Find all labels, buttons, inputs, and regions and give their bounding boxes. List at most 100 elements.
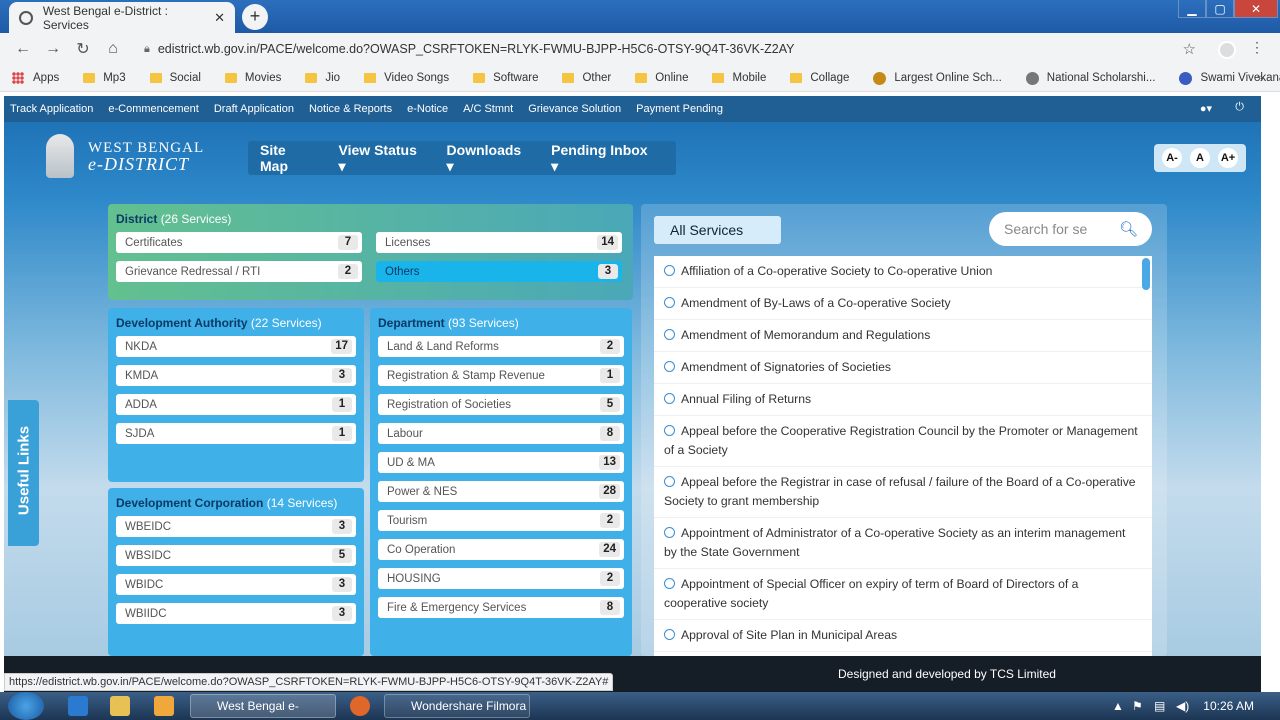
taskbar-filmora-window[interactable]: Wondershare Filmora xyxy=(384,694,530,718)
back-icon[interactable]: ← xyxy=(8,40,38,58)
service-list-item[interactable]: Appeal before the Cooperative Registrati… xyxy=(654,416,1152,467)
top-nav-link[interactable]: Track Application xyxy=(10,103,93,115)
bookmark-item[interactable]: Software xyxy=(473,72,538,84)
service-category-row[interactable]: Power & NES 28 xyxy=(378,481,624,502)
service-list-item[interactable]: Amendment of Signatories of Societies xyxy=(654,352,1152,384)
bookmark-item[interactable]: Social xyxy=(149,72,201,84)
user-menu-icon[interactable]: ●▾ xyxy=(1200,102,1212,115)
top-nav-link[interactable]: e-Notice xyxy=(407,103,448,115)
font-reset-button[interactable]: A xyxy=(1190,148,1210,168)
bookmark-star-icon[interactable]: ☆ xyxy=(1183,40,1196,58)
service-category-certificates[interactable]: Certificates 7 xyxy=(116,232,362,253)
service-list-item[interactable]: Amendment of Memorandum and Regulations xyxy=(654,320,1152,352)
bookmark-item[interactable]: Online xyxy=(635,72,688,84)
service-category-row[interactable]: Registration of Societies 5 xyxy=(378,394,624,415)
all-services-tab[interactable]: All Services xyxy=(654,216,781,244)
service-list-item[interactable]: Approval of Site Plan in Municipal Areas xyxy=(654,620,1152,652)
list-scrollbar[interactable] xyxy=(1142,258,1150,290)
search-icon[interactable]: 🔍︎ xyxy=(1119,213,1138,247)
top-nav-link[interactable]: e-Commencement xyxy=(108,103,198,115)
count-badge: 1 xyxy=(600,368,620,383)
ie-icon[interactable] xyxy=(68,696,88,716)
bookmark-item[interactable]: Movies xyxy=(224,72,281,84)
nav-pending-inbox[interactable]: Pending Inbox ▾ xyxy=(551,142,651,175)
service-category-row[interactable]: Land & Land Reforms 2 xyxy=(378,336,624,357)
minimize-button[interactable]: ▁ xyxy=(1178,0,1206,18)
service-category-row[interactable]: WBEIDC 3 xyxy=(116,516,356,537)
start-button[interactable] xyxy=(8,692,44,720)
nav-view-status[interactable]: View Status ▾ xyxy=(339,142,422,175)
service-search-input[interactable]: Search for se 🔍︎ xyxy=(989,212,1152,246)
service-category-row[interactable]: Labour 8 xyxy=(378,423,624,444)
profile-avatar-icon[interactable] xyxy=(1218,41,1236,59)
service-category-others[interactable]: Others 3 xyxy=(376,261,622,282)
service-category-row[interactable]: Tourism 2 xyxy=(378,510,624,531)
font-increase-button[interactable]: A+ xyxy=(1218,148,1238,168)
service-category-row[interactable]: ADDA 1 xyxy=(116,394,356,415)
top-nav-link[interactable]: Payment Pending xyxy=(636,103,723,115)
bookmark-item[interactable]: Jio xyxy=(305,72,340,84)
forward-icon[interactable]: → xyxy=(38,40,68,58)
bookmarks-overflow-icon[interactable]: » xyxy=(1257,70,1264,85)
top-nav-link[interactable]: Notice & Reports xyxy=(309,103,392,115)
service-list-item[interactable]: Amendment of By-Laws of a Co-operative S… xyxy=(654,288,1152,320)
service-category-licenses[interactable]: Licenses 14 xyxy=(376,232,622,253)
service-category-row[interactable]: KMDA 3 xyxy=(116,365,356,386)
tray-network-icon[interactable]: ▤ xyxy=(1154,699,1165,713)
bookmark-item[interactable]: National Scholarshi... xyxy=(1025,71,1155,85)
service-category-row[interactable]: WBIDC 3 xyxy=(116,574,356,595)
tray-volume-icon[interactable]: ◀) xyxy=(1176,699,1189,713)
tray-expand-icon[interactable]: ▲ xyxy=(1112,699,1124,713)
bookmark-item[interactable]: Mp3 xyxy=(83,72,126,84)
bookmark-label: Mp3 xyxy=(103,72,126,84)
reload-icon[interactable]: ↻ xyxy=(68,39,98,59)
service-list-item[interactable]: Appointment of Special Officer on expiry… xyxy=(654,569,1152,620)
service-category-row[interactable]: Co Operation 24 xyxy=(378,539,624,560)
bookmark-label: Swami Vivekananda... xyxy=(1200,72,1280,84)
bookmark-item[interactable]: Mobile xyxy=(712,72,766,84)
bookmark-item[interactable]: Other xyxy=(562,72,611,84)
service-list-item[interactable]: Affiliation of a Co-operative Society to… xyxy=(654,256,1152,288)
menu-kebab-icon[interactable]: ⋮ xyxy=(1250,39,1264,56)
explorer-icon[interactable] xyxy=(110,696,130,716)
bookmark-item[interactable]: Collage xyxy=(790,72,849,84)
service-category-row[interactable]: HOUSING 2 xyxy=(378,568,624,589)
browser-tab[interactable]: West Bengal e-District : Services ✕ xyxy=(9,2,235,33)
service-category-row[interactable]: WBSIDC 5 xyxy=(116,545,356,566)
service-category-row[interactable]: WBIIDC 3 xyxy=(116,603,356,624)
address-bar[interactable]: 🔒︎ edistrict.wb.gov.in/PACE/welcome.do?O… xyxy=(136,37,1204,61)
new-tab-button[interactable]: + xyxy=(242,4,268,30)
service-category-row[interactable]: NKDA 17 xyxy=(116,336,356,357)
site-logo[interactable]: WEST BENGAL e-DISTRICT xyxy=(46,134,204,178)
tab-close-icon[interactable]: ✕ xyxy=(214,10,225,26)
firefox-icon[interactable] xyxy=(350,696,370,716)
power-icon[interactable]: ⏻ xyxy=(1235,101,1244,114)
service-category-row[interactable]: Registration & Stamp Revenue 1 xyxy=(378,365,624,386)
top-nav-link[interactable]: Grievance Solution xyxy=(528,103,621,115)
development-corporation-panel: Development Corporation (14 Services) WB… xyxy=(108,488,364,656)
maximize-button[interactable]: ▢ xyxy=(1206,0,1234,18)
service-list-item[interactable]: Appeal before the Registrar in case of r… xyxy=(654,467,1152,518)
service-list-item[interactable]: Annual Filing of Returns xyxy=(654,384,1152,416)
bookmark-item[interactable]: Swami Vivekananda... xyxy=(1179,71,1280,85)
service-category-row[interactable]: UD & MA 13 xyxy=(378,452,624,473)
service-category-row[interactable]: Fire & Emergency Services 8 xyxy=(378,597,624,618)
font-decrease-button[interactable]: A- xyxy=(1162,148,1182,168)
useful-links-tab[interactable]: Useful Links xyxy=(8,400,39,546)
close-window-button[interactable]: ✕ xyxy=(1234,0,1278,18)
tray-flag-icon[interactable]: ⚑ xyxy=(1132,699,1143,713)
bookmark-item[interactable]: Video Songs xyxy=(364,72,449,84)
service-category-row[interactable]: SJDA 1 xyxy=(116,423,356,444)
top-nav-link[interactable]: Draft Application xyxy=(214,103,294,115)
nav-site-map[interactable]: Site Map xyxy=(260,142,314,174)
folder-icon xyxy=(305,73,318,83)
top-nav-link[interactable]: A/C Stmnt xyxy=(463,103,513,115)
service-list-item[interactable]: Appointment of Administrator of a Co-ope… xyxy=(654,518,1152,569)
bookmark-item[interactable]: Largest Online Sch... xyxy=(873,71,1002,85)
taskbar-chrome-window[interactable]: West Bengal e-Distri... xyxy=(190,694,336,718)
service-category-grievance[interactable]: Grievance Redressal / RTI 2 xyxy=(116,261,362,282)
bookmark-item[interactable]: Apps xyxy=(12,72,59,84)
home-icon[interactable]: ⌂ xyxy=(98,40,128,58)
nav-downloads[interactable]: Downloads ▾ xyxy=(447,142,527,175)
media-player-icon[interactable] xyxy=(154,696,174,716)
